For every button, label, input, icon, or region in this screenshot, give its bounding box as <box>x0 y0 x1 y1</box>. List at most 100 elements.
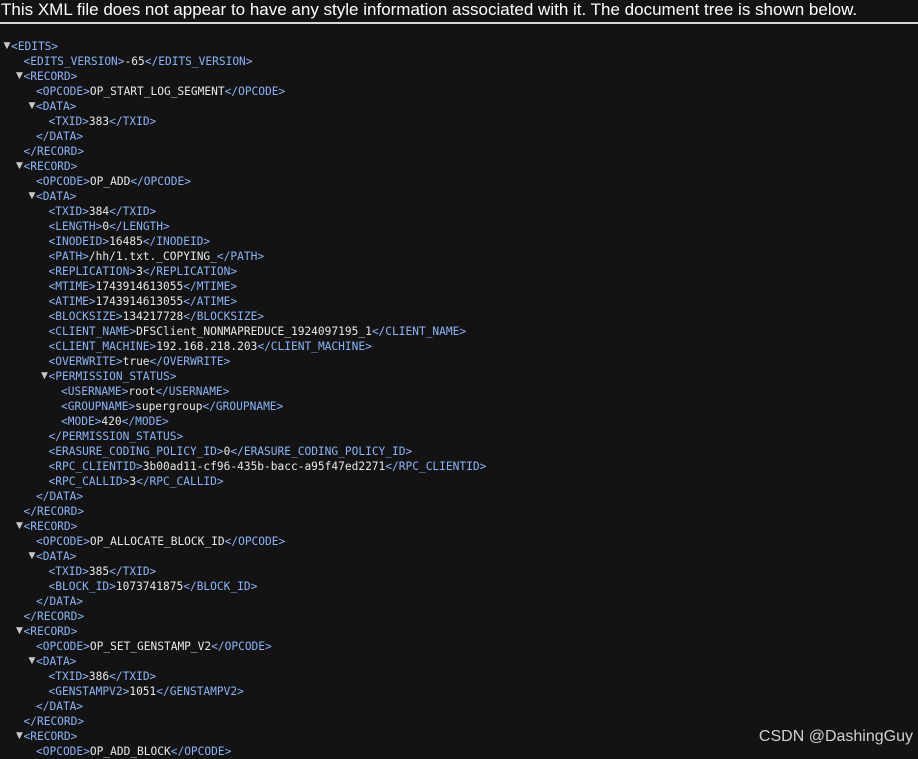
xml-line-text: <DATA> <box>36 189 76 204</box>
xml-line-text: </RECORD> <box>24 144 85 159</box>
xml-close-tag: </GENSTAMPV2> <box>156 685 244 698</box>
xml-open-tag: </RECORD> <box>23 505 85 518</box>
xml-text-value: -65 <box>124 55 145 68</box>
xml-open-tag: <RECORD> <box>23 730 78 743</box>
xml-text-value: 420 <box>101 415 122 428</box>
xml-open-tag: <EDITS_VERSION> <box>23 55 125 68</box>
xml-close-tag: </TXID> <box>109 115 157 128</box>
xml-open-tag: <OVERWRITE> <box>48 355 123 368</box>
xml-open-tag: </DATA> <box>36 490 84 503</box>
xml-close-tag: </OPCODE> <box>224 85 286 98</box>
xml-line: ▼ <RECORD> <box>0 624 918 639</box>
xml-line: ▼ <RECORD> <box>0 159 918 174</box>
xml-line: <RPC_CLIENTID>3b00ad11-cf96-435b-bacc-a9… <box>0 459 918 474</box>
xml-open-tag: <INODEID> <box>48 235 110 248</box>
xml-line-text: <BLOCKSIZE>134217728</BLOCKSIZE> <box>49 309 265 324</box>
xml-line-text: <OPCODE>OP_ALLOCATE_BLOCK_ID</OPCODE> <box>36 534 285 549</box>
xml-close-tag: </ERASURE_CODING_POLICY_ID> <box>230 445 413 458</box>
xml-line-text: <USERNAME>root</USERNAME> <box>61 384 229 399</box>
xml-line-text: <PATH>/hh/1.txt._COPYING_</PATH> <box>49 249 265 264</box>
xml-open-tag: </PERMISSION_STATUS> <box>48 430 184 443</box>
xml-open-tag: </DATA> <box>36 130 84 143</box>
xml-close-tag: </RPC_CALLID> <box>136 475 224 488</box>
xml-close-tag: </INODEID> <box>142 235 211 248</box>
xml-close-tag: </CLIENT_NAME> <box>371 325 467 338</box>
xml-line: ▼ <RECORD> <box>0 519 918 534</box>
xml-line: <TXID>384</TXID> <box>0 204 918 219</box>
xml-close-tag: </MODE> <box>121 415 169 428</box>
xml-line: <MTIME>1743914613055</MTIME> <box>0 279 918 294</box>
xml-line-text: </RECORD> <box>24 714 85 729</box>
xml-close-tag: </REPLICATION> <box>142 265 238 278</box>
xml-open-tag: <BLOCKSIZE> <box>48 310 123 323</box>
xml-close-tag: </GROUPNAME> <box>202 400 284 413</box>
xml-line-text: <INODEID>16485</INODEID> <box>49 234 211 249</box>
xml-close-tag: </PATH> <box>216 250 265 263</box>
xml-line: ▼ <PERMISSION_STATUS> <box>0 369 918 384</box>
xml-open-tag: </RECORD> <box>23 145 85 158</box>
xml-open-tag: <RPC_CLIENTID> <box>48 460 143 473</box>
xml-open-tag: <TXID> <box>48 115 89 128</box>
xml-text-value: OP_ALLOCATE_BLOCK_ID <box>89 535 225 548</box>
xml-line: ▼ <DATA> <box>0 549 918 564</box>
xml-open-tag: <RECORD> <box>23 625 78 638</box>
xml-line: <ERASURE_CODING_POLICY_ID>0</ERASURE_COD… <box>0 444 918 459</box>
xml-text-value: root <box>128 385 156 398</box>
xml-line: <REPLICATION>3</REPLICATION> <box>0 264 918 279</box>
xml-line: </DATA> <box>0 489 918 504</box>
xml-line: ▼ <DATA> <box>0 654 918 669</box>
xml-line-text: <OVERWRITE>true</OVERWRITE> <box>49 354 231 369</box>
xml-line-text: <TXID>384</TXID> <box>49 204 157 219</box>
xml-open-tag: <MODE> <box>61 415 102 428</box>
xml-line-text: <EDITS> <box>11 39 58 54</box>
xml-close-tag: </OPCODE> <box>130 175 191 188</box>
xml-line: <OPCODE>OP_ALLOCATE_BLOCK_ID</OPCODE> <box>0 534 918 549</box>
xml-line: </RECORD> <box>0 609 918 624</box>
xml-open-tag: <BLOCK_ID> <box>48 580 116 593</box>
xml-text-value: 16485 <box>109 235 143 248</box>
xml-text-value: OP_ADD <box>89 175 131 188</box>
xml-close-tag: </OVERWRITE> <box>149 355 231 368</box>
xml-line: <PATH>/hh/1.txt._COPYING_</PATH> <box>0 249 918 264</box>
xml-text-value: 3 <box>136 265 143 278</box>
xml-line-text: <OPCODE>OP_SET_GENSTAMP_V2</OPCODE> <box>36 639 272 654</box>
xml-close-tag: </USERNAME> <box>155 385 230 398</box>
xml-line: <OPCODE>OP_START_LOG_SEGMENT</OPCODE> <box>0 84 918 99</box>
xml-line-text: <GROUPNAME>supergroup</GROUPNAME> <box>61 399 283 414</box>
xml-open-tag: <OPCODE> <box>36 535 90 548</box>
xml-line: <USERNAME>root</USERNAME> <box>0 384 918 399</box>
xml-open-tag: <ERASURE_CODING_POLICY_ID> <box>48 445 224 458</box>
xml-text-value: 1743914613055 <box>95 280 184 293</box>
xml-line-text: <RECORD> <box>24 729 78 744</box>
xml-close-tag: </LENGTH> <box>109 220 170 233</box>
xml-line-text: <RECORD> <box>24 519 78 534</box>
xml-open-tag: <TXID> <box>48 565 89 578</box>
xml-line: </RECORD> <box>0 504 918 519</box>
xml-line: <MODE>420</MODE> <box>0 414 918 429</box>
xml-line-text: <PERMISSION_STATUS> <box>49 369 177 384</box>
xml-open-tag: <LENGTH> <box>48 220 103 233</box>
xml-line: <TXID>385</TXID> <box>0 564 918 579</box>
xml-open-tag: <OPCODE> <box>36 640 90 653</box>
xml-line: <ATIME>1743914613055</ATIME> <box>0 294 918 309</box>
xml-close-tag: </MTIME> <box>183 280 238 293</box>
xml-open-tag: </DATA> <box>36 700 84 713</box>
xml-open-tag: <REPLICATION> <box>48 265 137 278</box>
xml-line: <GENSTAMPV2>1051</GENSTAMPV2> <box>0 684 918 699</box>
xml-close-tag: </OPCODE> <box>224 535 286 548</box>
xml-line-text: <DATA> <box>36 654 76 669</box>
xml-line: </DATA> <box>0 699 918 714</box>
xml-open-tag: </DATA> <box>36 595 84 608</box>
xml-open-tag: <DATA> <box>36 190 77 203</box>
xml-line: <GROUPNAME>supergroup</GROUPNAME> <box>0 399 918 414</box>
xml-text-value: 192.168.218.203 <box>156 340 258 353</box>
xml-text-value: true <box>122 355 150 368</box>
xml-open-tag: <TXID> <box>48 205 89 218</box>
xml-line-text: <CLIENT_NAME>DFSClient_NONMAPREDUCE_1924… <box>49 324 467 339</box>
xml-line-text: </DATA> <box>36 129 83 144</box>
xml-text-value: 384 <box>88 205 110 218</box>
xml-line: <OPCODE>OP_ADD</OPCODE> <box>0 174 918 189</box>
xml-line: <TXID>383</TXID> <box>0 114 918 129</box>
xml-open-tag: <OPCODE> <box>36 85 90 98</box>
xml-line-text: <BLOCK_ID>1073741875</BLOCK_ID> <box>49 579 258 594</box>
